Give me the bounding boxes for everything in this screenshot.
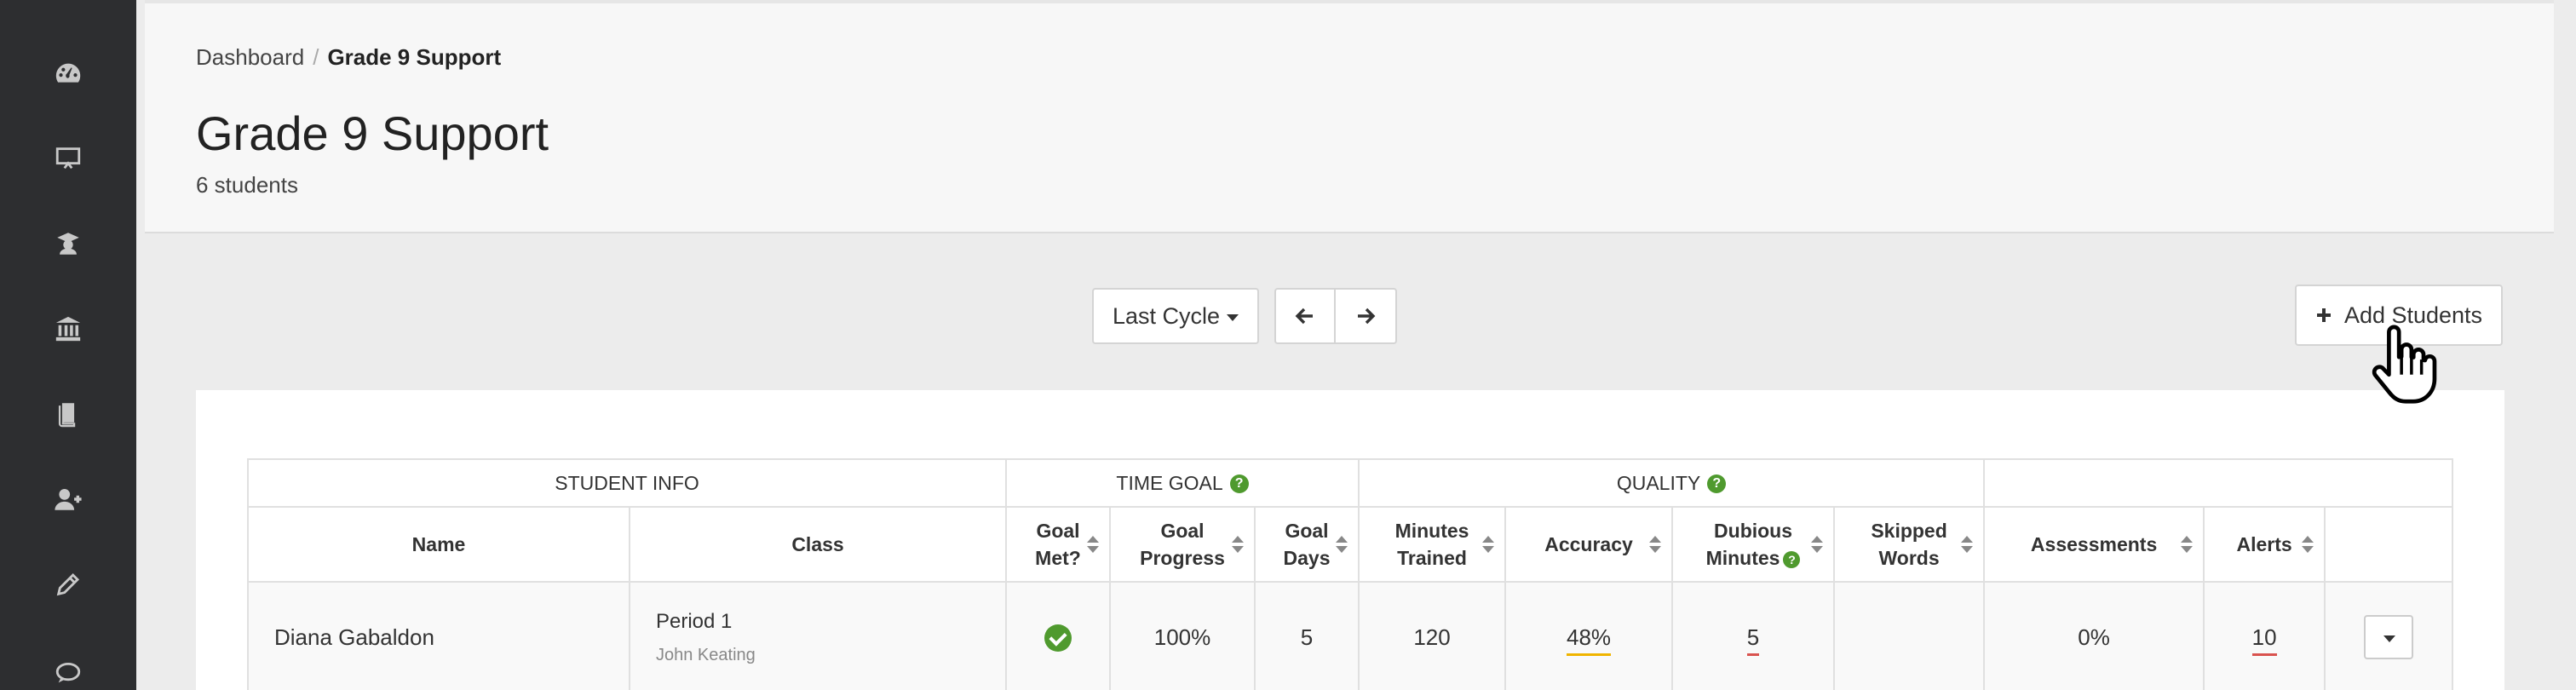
breadcrumb-current: Grade 9 Support [327,44,502,70]
sort-icon[interactable] [1232,534,1244,555]
accuracy-cell: 48% [1504,581,1674,690]
sort-icon[interactable] [1087,534,1099,555]
sort-icon[interactable] [1961,534,1974,555]
dubious-minutes-value[interactable]: 5 [1746,624,1760,656]
minutes-trained-cell: 120 [1358,581,1507,690]
breadcrumb: Dashboard / Grade 9 Support [196,44,501,71]
sort-icon[interactable] [1811,534,1824,555]
comment-icon [55,662,81,683]
student-class: Period 1 John Keating [629,581,1007,690]
accuracy-value[interactable]: 48% [1567,624,1612,656]
sort-icon[interactable] [1482,534,1495,555]
table-row[interactable]: Diana Gabaldon Period 1 John Keating 100… [247,581,2454,690]
skipped-words-cell [1833,581,1986,690]
col-alerts[interactable]: Alerts [2203,506,2326,583]
check-circle-icon [1044,624,1072,652]
goal-days-cell: 5 [1253,581,1360,690]
pointer-cursor-icon [2372,325,2437,404]
presentation-icon [55,147,81,170]
previous-cycle-button[interactable] [1274,288,1336,344]
chevron-down-icon [1227,314,1239,321]
alerts-value[interactable]: 10 [2251,624,2277,656]
help-icon[interactable]: ? [1707,474,1727,494]
sort-icon[interactable] [2302,534,2314,555]
sidebar-item-students[interactable] [0,201,136,286]
next-cycle-button[interactable] [1334,288,1397,344]
sidebar-item-institution[interactable] [0,286,136,371]
dubious-minutes-cell: 5 [1671,581,1836,690]
book-icon [58,403,76,428]
add-user-icon [55,488,82,510]
arrow-right-icon [1358,308,1376,325]
col-skipped-words[interactable]: Skipped Words [1833,506,1986,583]
sort-icon[interactable] [1649,534,1662,555]
dashboard-icon [55,63,81,83]
sidebar-item-messages[interactable] [0,630,136,690]
pencil-icon [56,572,80,596]
graduate-icon [57,233,79,255]
col-minutes-trained[interactable]: Minutes Trained [1358,506,1507,583]
sidebar-item-books[interactable] [0,371,136,457]
sidebar [0,0,136,690]
page-title: Grade 9 Support [196,106,549,160]
col-actions [2324,506,2454,583]
row-actions-cell [2324,581,2454,690]
row-actions-dropdown[interactable] [2364,615,2414,659]
col-goal-days[interactable]: Goal Days [1253,506,1360,583]
cycle-dropdown-label: Last Cycle [1112,302,1221,329]
cycle-dropdown[interactable]: Last Cycle [1092,288,1259,344]
teacher-name: John Keating [656,645,756,664]
col-dubious-minutes[interactable]: Dubious Minutes? [1671,506,1836,583]
breadcrumb-separator: / [313,44,319,70]
col-assessments[interactable]: Assessments [1983,506,2205,583]
goal-met-cell [1005,581,1111,690]
col-name[interactable]: Name [247,506,630,583]
plus-icon [2316,308,2331,322]
student-count: 6 students [196,172,298,198]
class-name: Period 1 [656,609,733,633]
breadcrumb-dashboard-link[interactable]: Dashboard [196,44,304,71]
sidebar-item-edit[interactable] [0,542,136,627]
help-icon[interactable]: ? [1783,550,1801,568]
group-time-goal: TIME GOAL? [1004,458,1360,508]
sidebar-item-add-user[interactable] [0,457,136,542]
institution-icon [55,316,81,342]
col-goal-met[interactable]: Goal Met? [1005,506,1111,583]
help-icon[interactable]: ? [1229,474,1249,494]
sidebar-item-dashboard[interactable] [0,31,136,116]
students-table: STUDENT INFO TIME GOAL? QUALITY? Name Cl… [247,458,2454,690]
page-header: Dashboard / Grade 9 Support Grade 9 Supp… [145,0,2554,233]
group-blank [1983,458,2454,508]
col-goal-progress[interactable]: Goal Progress [1109,506,1256,583]
arrow-left-icon [1295,308,1313,325]
student-name[interactable]: Diana Gabaldon [247,581,630,690]
col-class[interactable]: Class [629,506,1007,583]
sort-icon[interactable] [1336,534,1348,555]
group-student-info: STUDENT INFO [247,458,1007,508]
sidebar-item-presentation[interactable] [0,116,136,201]
group-quality: QUALITY? [1358,458,1986,508]
alerts-cell: 10 [2203,581,2326,690]
assessments-cell: 0% [1983,581,2205,690]
col-accuracy[interactable]: Accuracy [1504,506,1674,583]
goal-progress-cell: 100% [1109,581,1256,690]
sort-icon[interactable] [2181,534,2194,555]
